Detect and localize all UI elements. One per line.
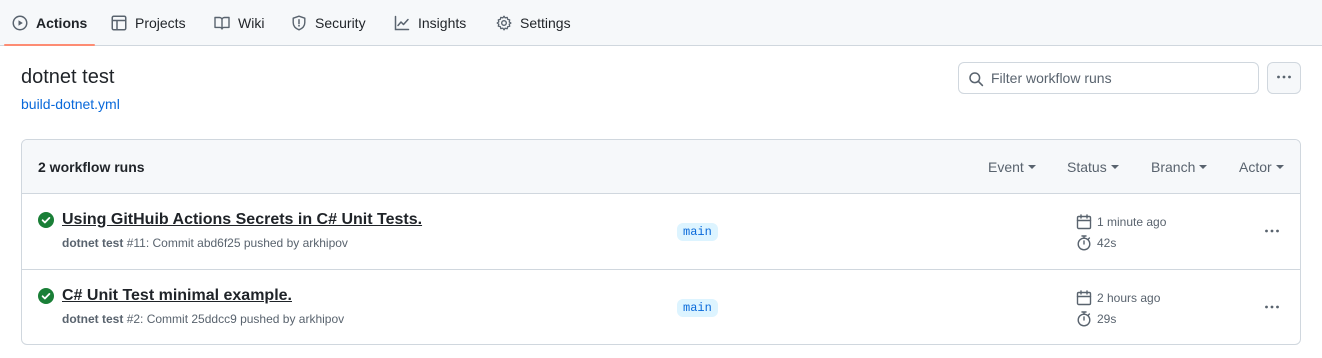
book-icon xyxy=(214,15,230,31)
stopwatch-icon xyxy=(1077,311,1091,327)
tab-label: Settings xyxy=(520,15,571,31)
workflow-more-button[interactable] xyxy=(1267,62,1301,94)
run-title-link[interactable]: Using GitHuib Actions Secrets in C# Unit… xyxy=(62,211,422,229)
run-time: 1 minute ago xyxy=(1076,214,1166,230)
run-meta: dotnet test #2: Commit 25ddcc9 pushed by… xyxy=(62,312,344,326)
branch-label[interactable]: main xyxy=(677,299,718,317)
play-icon xyxy=(12,15,28,31)
workflow-file-link[interactable]: build-dotnet.yml xyxy=(21,96,120,112)
tab-actions[interactable]: Actions xyxy=(12,0,87,46)
runs-count: 2 workflow runs xyxy=(38,159,145,175)
run-title-link[interactable]: C# Unit Test minimal example. xyxy=(62,287,292,305)
repo-nav: Actions Projects Wiki Security Insights … xyxy=(0,0,1322,46)
tab-settings[interactable]: Settings xyxy=(496,0,571,46)
run-duration-text: 42s xyxy=(1097,236,1117,250)
actor-filter-dropdown[interactable]: Actor xyxy=(1239,159,1284,175)
graph-icon xyxy=(394,15,410,31)
run-workflow-name: dotnet test xyxy=(62,312,124,326)
tab-projects[interactable]: Projects xyxy=(111,0,186,46)
dropdown-label: Branch xyxy=(1151,159,1196,175)
tab-security[interactable]: Security xyxy=(291,0,366,46)
dropdown-label: Actor xyxy=(1239,159,1272,175)
tab-label: Wiki xyxy=(238,15,265,31)
event-filter-dropdown[interactable]: Event xyxy=(988,159,1036,175)
run-time-text: 1 minute ago xyxy=(1097,215,1167,229)
kebab-horizontal-icon xyxy=(1265,305,1279,309)
run-more-button[interactable] xyxy=(1261,299,1283,315)
tab-label: Actions xyxy=(36,15,88,31)
caret-down-icon xyxy=(1110,165,1119,169)
calendar-icon xyxy=(1076,290,1092,306)
kebab-horizontal-icon xyxy=(1276,69,1292,88)
caret-down-icon xyxy=(1275,165,1284,169)
success-check-icon xyxy=(38,288,54,304)
run-time-text: 2 hours ago xyxy=(1097,291,1161,305)
tab-wiki[interactable]: Wiki xyxy=(214,0,264,46)
run-duration-text: 29s xyxy=(1097,312,1117,326)
run-more-button[interactable] xyxy=(1261,223,1283,239)
success-check-icon xyxy=(38,212,54,228)
dropdown-label: Status xyxy=(1067,159,1107,175)
run-duration: 29s xyxy=(1076,311,1116,327)
tab-insights[interactable]: Insights xyxy=(394,0,466,46)
workflow-runs-list: 2 workflow runs Event Status Branch Acto… xyxy=(21,139,1301,345)
calendar-icon xyxy=(1076,214,1092,230)
tab-label: Security xyxy=(315,15,366,31)
gear-icon xyxy=(496,15,512,31)
search-icon xyxy=(968,71,984,87)
runs-header: 2 workflow runs Event Status Branch Acto… xyxy=(22,140,1300,194)
run-duration: 42s xyxy=(1076,235,1116,251)
shield-icon xyxy=(291,15,307,31)
branch-filter-dropdown[interactable]: Branch xyxy=(1151,159,1208,175)
caret-down-icon xyxy=(1199,165,1208,169)
run-detail: #2: Commit 25ddcc9 pushed by arkhipov xyxy=(126,312,345,326)
caret-down-icon xyxy=(1027,165,1036,169)
tab-label: Insights xyxy=(418,15,467,31)
status-filter-dropdown[interactable]: Status xyxy=(1067,159,1119,175)
filter-runs-input[interactable] xyxy=(991,63,1256,93)
run-meta: dotnet test #11: Commit abd6f25 pushed b… xyxy=(62,236,348,250)
branch-label[interactable]: main xyxy=(677,223,718,241)
workflow-title: dotnet test xyxy=(21,66,115,88)
run-time: 2 hours ago xyxy=(1076,290,1160,306)
kebab-horizontal-icon xyxy=(1265,229,1279,233)
dropdown-label: Event xyxy=(988,159,1024,175)
stopwatch-icon xyxy=(1077,235,1091,251)
table-icon xyxy=(111,15,127,31)
run-detail: #11: Commit abd6f25 pushed by arkhipov xyxy=(126,236,348,250)
active-tab-indicator xyxy=(4,44,95,46)
tab-label: Projects xyxy=(135,15,186,31)
workflow-run-row[interactable]: C# Unit Test minimal example. dotnet tes… xyxy=(22,269,1300,344)
filter-runs-box xyxy=(958,62,1259,94)
workflow-run-row[interactable]: Using GitHuib Actions Secrets in C# Unit… xyxy=(22,194,1300,269)
run-workflow-name: dotnet test xyxy=(62,236,124,250)
